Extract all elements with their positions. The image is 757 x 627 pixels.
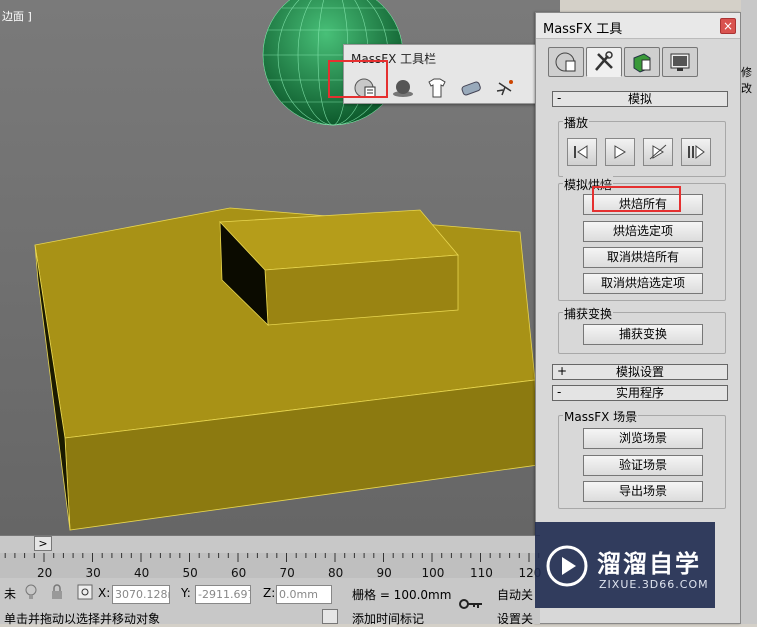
reset-icon: [574, 145, 588, 159]
group-label: 捕获变换: [563, 305, 614, 322]
capture-transform-button[interactable]: 捕获变换: [583, 324, 703, 345]
key-icon[interactable]: [458, 596, 484, 612]
ruler-ticks: [4, 553, 540, 562]
constraint-icon: [461, 81, 481, 96]
tools-icon: [595, 51, 613, 71]
export-scene-button[interactable]: 导出场景: [583, 481, 703, 502]
tab-display[interactable]: [662, 47, 698, 77]
play-no-anim-icon: [649, 144, 667, 160]
command-panel-strip: 修改: [741, 0, 757, 624]
watermark-url: ZIXUE.3D66.COM: [599, 578, 709, 591]
add-time-tag-button[interactable]: 添加时间标记: [352, 610, 424, 627]
rollout-toggle: +: [557, 364, 568, 378]
panel-titlebar[interactable]: MassFX 工具 ×: [536, 13, 740, 39]
rollout-toggle: -: [557, 91, 562, 105]
tab-tools[interactable]: [586, 47, 622, 77]
modify-tab-fragment[interactable]: 修改: [741, 64, 757, 96]
absolute-mode-icon[interactable]: [77, 584, 93, 600]
step-icon: [688, 145, 705, 159]
y-label: Y:: [181, 586, 191, 600]
grid-size-label: 栅格 = 100.0mm: [352, 588, 452, 602]
start-simulation-button[interactable]: [605, 138, 635, 166]
set-key-button[interactable]: 设置关: [497, 610, 540, 627]
step-simulation-button[interactable]: [681, 138, 711, 166]
rollout-sim-settings[interactable]: + 模拟设置: [552, 364, 728, 380]
rollout-utilities[interactable]: - 实用程序: [552, 385, 728, 401]
ragdoll-icon: [496, 80, 513, 96]
group-scene: MassFX 场景 浏览场景 验证场景 导出场景: [558, 408, 726, 509]
tab-edit[interactable]: [624, 47, 660, 77]
unbake-all-button[interactable]: 取消烘焙所有: [583, 247, 703, 268]
x-label: X:: [98, 586, 111, 600]
tab-world[interactable]: [548, 47, 584, 77]
ragdoll-button[interactable]: [490, 75, 520, 101]
close-button[interactable]: ×: [720, 18, 736, 34]
prompt-line: 单击并拖动以选择并移动对象: [4, 612, 161, 626]
rollout-label: 模拟设置: [615, 365, 664, 379]
status-bar: 未 X: 3070.128m Y: -2911.697 Z: 0.0mm 栅格 …: [0, 578, 540, 627]
validate-scene-button[interactable]: 验证场景: [583, 455, 703, 476]
auto-key-button[interactable]: 自动关: [497, 586, 540, 603]
y-coordinate-field[interactable]: -2911.697: [195, 585, 251, 604]
explore-scene-button[interactable]: 浏览场景: [583, 428, 703, 449]
constraint-button[interactable]: [456, 75, 486, 101]
play-logo-icon: [546, 545, 588, 587]
bake-selected-button[interactable]: 烘焙选定项: [583, 221, 703, 242]
rollout-toggle: -: [557, 385, 562, 399]
highlight-box-world-params: [328, 60, 388, 98]
time-slider-next[interactable]: >: [34, 536, 52, 551]
play-icon: [614, 145, 626, 159]
cloth-icon: [428, 78, 446, 98]
group-label: MassFX 场景: [563, 408, 639, 425]
display-options-icon: [670, 53, 690, 71]
time-ruler[interactable]: 20 30 40 50 60 70 80 90 100 110 120: [0, 553, 541, 580]
rollout-label: 模拟: [627, 92, 652, 106]
cloth-button[interactable]: [422, 75, 452, 101]
z-coordinate-field[interactable]: 0.0mm: [276, 585, 332, 604]
timeline[interactable]: > 20 30 40 50 60 70 80 90 100 110 120: [0, 535, 541, 580]
rollout-label: 实用程序: [615, 386, 664, 400]
edit-objects-icon: [633, 53, 651, 73]
unbake-selected-button[interactable]: 取消烘焙选定项: [583, 273, 703, 294]
group-playback: 播放: [558, 114, 726, 177]
rigid-body-button[interactable]: [388, 75, 418, 101]
panel-title: MassFX 工具: [543, 22, 623, 37]
highlight-box-bake-all: [592, 186, 681, 212]
start-without-anim-button[interactable]: [643, 138, 673, 166]
x-coordinate-field[interactable]: 3070.128m: [112, 585, 170, 604]
rollout-simulation[interactable]: - 模拟: [552, 91, 728, 107]
bulb-icon[interactable]: [24, 584, 38, 600]
reset-simulation-button[interactable]: [567, 138, 597, 166]
selection-lock-label: 未: [4, 587, 17, 601]
top-box: [219, 209, 459, 327]
watermark-title: 溜溜自学: [597, 550, 701, 578]
lock-icon[interactable]: [50, 584, 64, 600]
time-tag-icon[interactable]: [322, 609, 338, 624]
group-capture: 捕获变换 捕获变换: [558, 305, 726, 354]
panel-tabs: [548, 47, 698, 77]
watermark-logo: 溜溜自学 ZIXUE.3D66.COM: [535, 522, 715, 608]
viewport-label[interactable]: 边面 ]: [2, 8, 32, 24]
z-label: Z:: [263, 586, 276, 600]
group-label: 播放: [563, 114, 590, 131]
rigid-body-icon: [393, 80, 413, 97]
world-params-icon: [555, 52, 576, 72]
